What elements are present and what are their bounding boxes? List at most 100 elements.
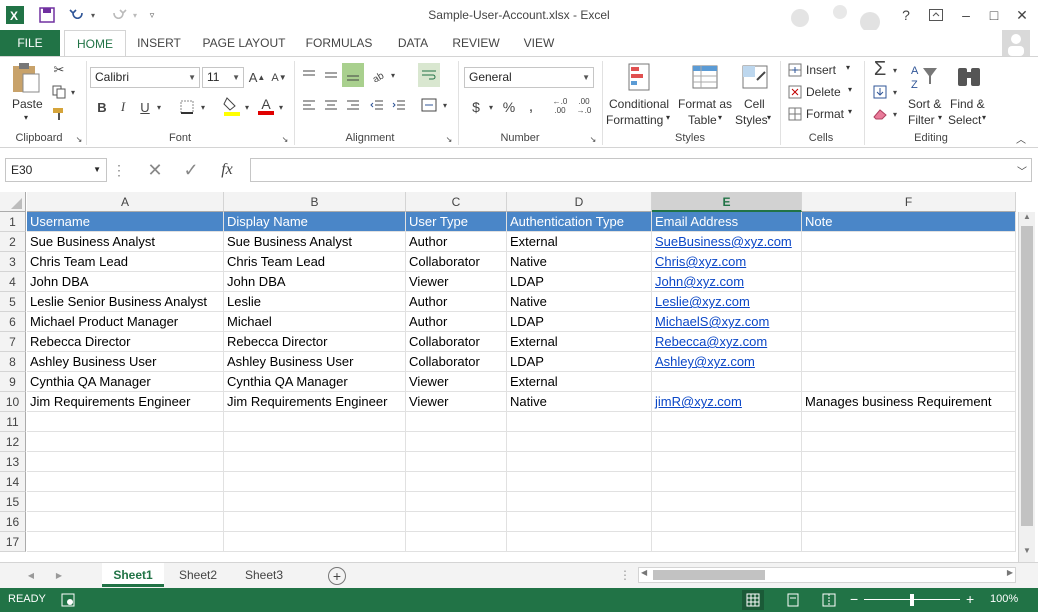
table-header-cell[interactable]: Email Address bbox=[652, 212, 802, 232]
format-as-table-label-2[interactable]: Table bbox=[688, 113, 717, 127]
conditional-formatting-label-1[interactable]: Conditional bbox=[609, 97, 669, 111]
table-cell[interactable]: LDAP bbox=[507, 312, 652, 332]
cell-styles-dropdown-icon[interactable]: ▾ bbox=[767, 113, 771, 122]
zoom-in-icon[interactable]: + bbox=[966, 591, 976, 607]
sort-filter-icon[interactable]: AZ bbox=[910, 61, 940, 93]
bold-button[interactable]: B bbox=[94, 97, 110, 117]
sheet-tab-sheet2[interactable]: Sheet2 bbox=[168, 563, 228, 587]
empty-cell[interactable] bbox=[802, 432, 1016, 452]
column-header-c[interactable]: C bbox=[406, 192, 507, 212]
row-header-3[interactable]: 3 bbox=[0, 252, 26, 272]
table-cell[interactable]: Jim Requirements Engineer bbox=[224, 392, 406, 412]
find-select-label-2[interactable]: Select bbox=[948, 113, 981, 127]
empty-cell[interactable] bbox=[224, 412, 406, 432]
table-cell[interactable] bbox=[802, 352, 1016, 372]
email-link-cell[interactable]: Leslie@xyz.com bbox=[652, 292, 802, 312]
tab-page-layout[interactable]: PAGE LAYOUT bbox=[196, 30, 292, 56]
tab-file[interactable]: FILE bbox=[0, 30, 60, 56]
wrap-text-icon[interactable] bbox=[418, 63, 440, 87]
table-cell[interactable]: Native bbox=[507, 292, 652, 312]
row-header-2[interactable]: 2 bbox=[0, 232, 26, 252]
column-header-d[interactable]: D bbox=[507, 192, 652, 212]
grow-font-button[interactable]: A ▲ bbox=[248, 67, 266, 88]
column-header-e[interactable]: E bbox=[652, 192, 802, 212]
cell-styles-label-1[interactable]: Cell bbox=[744, 97, 765, 111]
zoom-slider-thumb[interactable] bbox=[910, 594, 914, 606]
table-cell[interactable] bbox=[802, 292, 1016, 312]
restore-button[interactable]: □ bbox=[982, 4, 1006, 26]
column-header-a[interactable]: A bbox=[27, 192, 224, 212]
email-link-cell[interactable]: SueBusiness@xyz.com bbox=[652, 232, 802, 252]
format-cells-button[interactable]: Format bbox=[806, 107, 844, 121]
merge-center-icon[interactable] bbox=[420, 95, 438, 115]
insert-cells-dropdown-icon[interactable]: ▾ bbox=[846, 63, 850, 72]
conditional-formatting-icon[interactable] bbox=[626, 61, 656, 93]
font-color-dropdown-icon[interactable]: ▾ bbox=[276, 97, 286, 117]
conditional-formatting-label-2[interactable]: Formatting bbox=[606, 113, 663, 127]
scroll-down-icon[interactable]: ▼ bbox=[1019, 546, 1035, 560]
email-link-cell[interactable]: MichaelS@xyz.com bbox=[652, 312, 802, 332]
empty-cell[interactable] bbox=[652, 532, 802, 552]
empty-cell[interactable] bbox=[27, 412, 224, 432]
format-cells-dropdown-icon[interactable]: ▾ bbox=[848, 107, 852, 116]
empty-cell[interactable] bbox=[802, 512, 1016, 532]
empty-cell[interactable] bbox=[27, 432, 224, 452]
table-cell[interactable]: Ashley Business User bbox=[27, 352, 224, 372]
empty-cell[interactable] bbox=[507, 472, 652, 492]
table-cell[interactable]: Author bbox=[406, 292, 507, 312]
copy-icon[interactable] bbox=[50, 83, 68, 101]
user-account-area[interactable] bbox=[900, 30, 998, 54]
empty-cell[interactable] bbox=[652, 432, 802, 452]
table-cell[interactable]: Rebecca Director bbox=[224, 332, 406, 352]
empty-cell[interactable] bbox=[652, 512, 802, 532]
empty-cell[interactable] bbox=[27, 492, 224, 512]
fill-icon[interactable] bbox=[870, 83, 890, 101]
empty-cell[interactable] bbox=[224, 452, 406, 472]
format-as-table-label-1[interactable]: Format as bbox=[678, 97, 732, 111]
minimize-button[interactable]: – bbox=[954, 4, 978, 26]
row-header-1[interactable]: 1 bbox=[0, 212, 26, 232]
empty-cell[interactable] bbox=[652, 492, 802, 512]
empty-cell[interactable] bbox=[224, 532, 406, 552]
table-cell[interactable]: Native bbox=[507, 252, 652, 272]
table-cell[interactable]: Michael Product Manager bbox=[27, 312, 224, 332]
table-cell[interactable]: Viewer bbox=[406, 272, 507, 292]
table-header-cell[interactable]: Authentication Type bbox=[507, 212, 652, 232]
conditional-formatting-dropdown-icon[interactable]: ▾ bbox=[666, 113, 670, 122]
empty-cell[interactable] bbox=[224, 432, 406, 452]
cell-styles-icon[interactable] bbox=[740, 61, 770, 93]
empty-cell[interactable] bbox=[802, 532, 1016, 552]
empty-cell[interactable] bbox=[406, 452, 507, 472]
orientation-icon[interactable]: ab bbox=[370, 65, 388, 85]
clear-dropdown-icon[interactable]: ▾ bbox=[890, 105, 900, 123]
table-cell[interactable] bbox=[802, 252, 1016, 272]
format-cells-icon[interactable] bbox=[786, 105, 804, 123]
table-cell[interactable]: Chris Team Lead bbox=[27, 252, 224, 272]
empty-cell[interactable] bbox=[406, 512, 507, 532]
table-cell[interactable]: LDAP bbox=[507, 352, 652, 372]
delete-cells-button[interactable]: Delete bbox=[806, 85, 841, 99]
table-cell[interactable]: Author bbox=[406, 312, 507, 332]
empty-cell[interactable] bbox=[27, 512, 224, 532]
empty-cell[interactable] bbox=[507, 432, 652, 452]
table-cell[interactable]: LDAP bbox=[507, 272, 652, 292]
normal-view-icon[interactable] bbox=[742, 590, 764, 610]
table-cell[interactable]: Ashley Business User bbox=[224, 352, 406, 372]
bottom-align-icon[interactable] bbox=[342, 63, 364, 87]
delete-cells-dropdown-icon[interactable]: ▾ bbox=[848, 85, 852, 94]
tab-review[interactable]: REVIEW bbox=[446, 30, 506, 56]
currency-dropdown-icon[interactable]: ▾ bbox=[486, 97, 496, 117]
tab-data[interactable]: DATA bbox=[388, 30, 438, 56]
table-cell[interactable]: Viewer bbox=[406, 372, 507, 392]
empty-cell[interactable] bbox=[652, 472, 802, 492]
font-name-combo[interactable]: Calibri ▼ bbox=[90, 67, 200, 88]
empty-cell[interactable] bbox=[406, 432, 507, 452]
zoom-out-icon[interactable]: − bbox=[850, 591, 860, 607]
table-cell[interactable] bbox=[652, 372, 802, 392]
font-color-button[interactable]: A bbox=[256, 95, 276, 117]
empty-cell[interactable] bbox=[406, 532, 507, 552]
cancel-entry-icon[interactable]: ✕ bbox=[140, 158, 170, 182]
clear-icon[interactable] bbox=[870, 105, 890, 123]
row-header-6[interactable]: 6 bbox=[0, 312, 26, 332]
scroll-left-icon[interactable]: ◀ bbox=[641, 568, 647, 577]
